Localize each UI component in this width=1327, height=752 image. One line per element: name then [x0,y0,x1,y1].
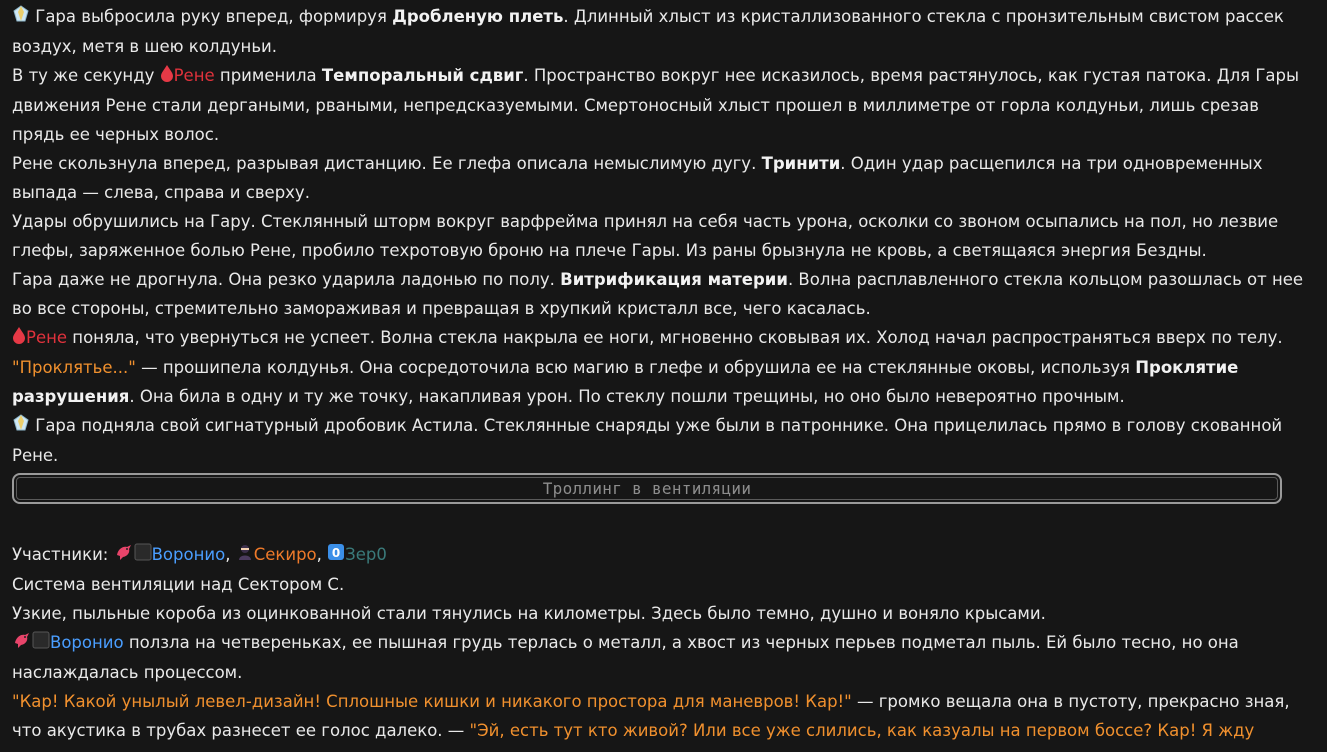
ability-name: Дробленую плеть [392,7,564,26]
raven-icon [114,541,134,570]
chat-log: Гара выбросила руку вперед, формируя Дро… [12,2,1312,745]
character-name: Воронио [50,633,124,652]
message: Гара даже не дрогнула. Она резко ударила… [12,270,1304,318]
message: Система вентиляции над Сектором С. [12,575,345,594]
ability-name: Темпоральный сдвиг [321,66,524,85]
message: В ту же секунду Рене применила Темпораль… [12,61,1312,149]
speech: "Кар! Какой унылый левел-дизайн! Сплошны… [12,692,852,711]
black-square-icon [134,541,152,570]
character-name: Гара [35,7,77,26]
black-square-icon [32,629,50,658]
message: Гара подняла свой сигнатурный дробовик А… [12,411,1312,470]
participants-label: Участники: [12,545,114,564]
message: Рене поняла, что увернуться не успеет. В… [12,323,1312,353]
raven-icon [12,629,32,658]
message: "Проклятье..." — прошипела колдунья. Она… [12,358,1239,406]
scene-title: Троллинг в вентиляции [542,479,752,498]
blood-drop-icon [160,62,174,91]
character-name: Гара [35,416,77,435]
message: Рене скользнула вперед, разрывая дистанц… [12,154,1263,202]
ninja-icon [236,541,254,570]
crystal-icon [12,3,30,32]
message: "Кар! Какой унылый левел-дизайн! Сплошны… [12,692,1290,740]
character-name: Рене [26,328,68,347]
message: Узкие, пыльные короба из оцинкованной ст… [12,604,1046,623]
speech: "Эй, есть тут кто живой? Или все уже сли… [469,721,1255,740]
participants-line: Участники: Воронио, Секиро, 0 Зер0 [12,540,1312,570]
character-name: Рене [173,66,215,85]
ability-name: Тринити [761,154,841,173]
participant-sekiro[interactable]: Секиро [254,545,317,564]
speech: "Проклятье..." [12,358,136,377]
zero-keycap-icon: 0 [327,541,345,570]
participant-voronio[interactable]: Воронио [152,545,226,564]
scene-divider: Троллинг в вентиляции [12,473,1282,504]
message: Воронио ползла на четвереньках, ее пышна… [12,628,1312,687]
participant-zer0[interactable]: Зер0 [345,545,387,564]
blood-drop-icon [12,324,26,353]
message: Гара выбросила руку вперед, формируя Дро… [12,2,1312,61]
crystal-icon [12,412,30,441]
message: Удары обрушились на Гару. Стеклянный што… [12,212,1279,260]
svg-text:0: 0 [332,546,340,560]
ability-name: Витрификация материи [560,270,788,289]
